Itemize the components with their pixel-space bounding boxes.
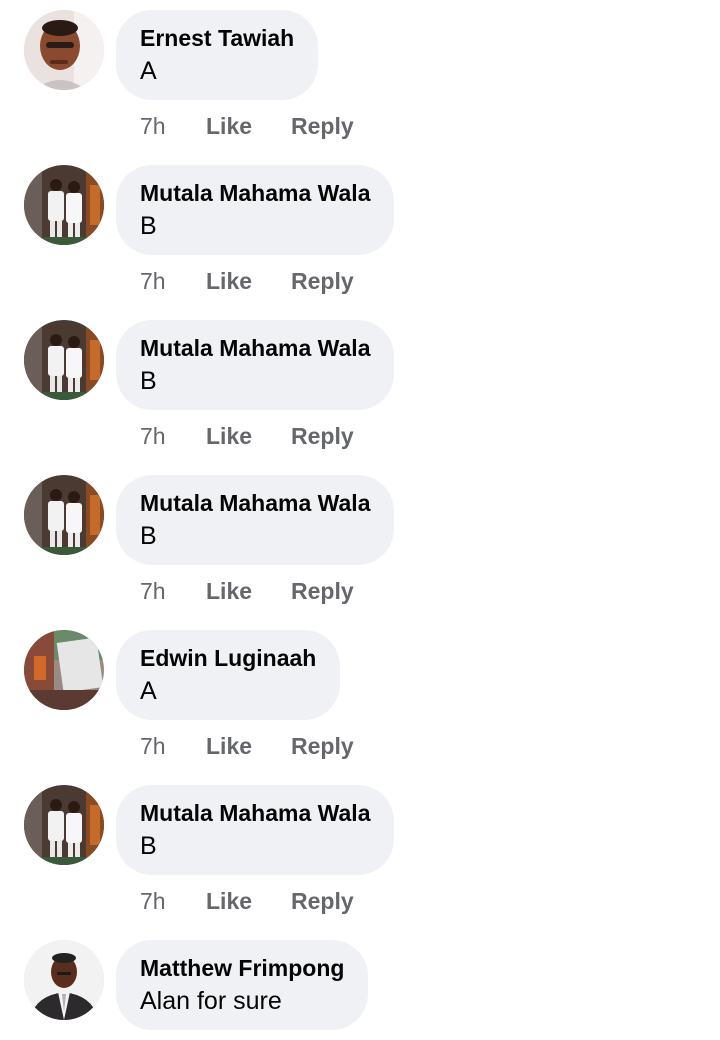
like-button[interactable]: Like [206, 266, 252, 296]
comment-author[interactable]: Mutala Mahama Wala [140, 489, 370, 517]
like-button[interactable]: Like [206, 731, 252, 761]
avatar-two-men-icon [24, 475, 104, 555]
comment-text: A [140, 57, 157, 85]
avatar-portrait-selfie-icon [24, 10, 104, 90]
reply-button[interactable]: Reply [291, 886, 354, 916]
comment-bubble: Matthew Frimpong Alan for sure [116, 940, 369, 1030]
avatar[interactable] [24, 165, 104, 245]
comment-bubble: Edwin Luginaah A [116, 630, 341, 720]
comment-bubble: Mutala Mahama Wala B [116, 475, 395, 565]
like-button[interactable]: Like [206, 111, 252, 141]
avatar-two-men-icon [24, 320, 104, 400]
avatar[interactable] [24, 940, 104, 1020]
comment-item: Mutala Mahama Wala B 7h Like Reply [0, 155, 720, 310]
comment-text: A [140, 677, 157, 705]
avatar-two-men-icon [24, 165, 104, 245]
comment-author[interactable]: Ernest Tawiah [140, 24, 294, 52]
avatar[interactable] [24, 10, 104, 90]
comment-text: B [140, 522, 157, 550]
comment-item: Edwin Luginaah A 7h Like Reply [0, 620, 720, 775]
avatar[interactable] [24, 785, 104, 865]
comment-author[interactable]: Matthew Frimpong [140, 954, 344, 982]
avatar-two-men-icon [24, 785, 104, 865]
reply-button[interactable]: Reply [291, 731, 354, 761]
comment-text: Alan for sure [140, 987, 282, 1015]
like-button[interactable]: Like [206, 886, 252, 916]
comment-bubble: Mutala Mahama Wala B [116, 785, 395, 875]
comment-item: Mutala Mahama Wala B 7h Like Reply [0, 465, 720, 620]
like-button[interactable]: Like [206, 421, 252, 451]
comment-author[interactable]: Edwin Luginaah [140, 644, 316, 672]
comment-author[interactable]: Mutala Mahama Wala [140, 799, 370, 827]
comment-text: B [140, 832, 157, 860]
comment-text: B [140, 212, 157, 240]
comment-item: Mutala Mahama Wala B 7h Like Reply [0, 775, 720, 930]
comment-timestamp[interactable]: 7h [140, 731, 166, 761]
comment-item: Matthew Frimpong Alan for sure [0, 930, 720, 1040]
comment-timestamp[interactable]: 7h [140, 886, 166, 916]
avatar-room-interior-icon [24, 630, 104, 710]
comment-bubble: Ernest Tawiah A [116, 10, 319, 100]
comment-author[interactable]: Mutala Mahama Wala [140, 179, 370, 207]
reply-button[interactable]: Reply [291, 421, 354, 451]
like-button[interactable]: Like [206, 576, 252, 606]
comment-timestamp[interactable]: 7h [140, 421, 166, 451]
comment-author[interactable]: Mutala Mahama Wala [140, 334, 370, 362]
avatar[interactable] [24, 475, 104, 555]
avatar[interactable] [24, 320, 104, 400]
comment-timestamp[interactable]: 7h [140, 111, 166, 141]
comment-text: B [140, 367, 157, 395]
comment-bubble: Mutala Mahama Wala B [116, 320, 395, 410]
comment-timestamp[interactable]: 7h [140, 576, 166, 606]
comment-item: Mutala Mahama Wala B 7h Like Reply [0, 310, 720, 465]
comment-timestamp[interactable]: 7h [140, 266, 166, 296]
reply-button[interactable]: Reply [291, 111, 354, 141]
reply-button[interactable]: Reply [291, 266, 354, 296]
comment-bubble: Mutala Mahama Wala B [116, 165, 395, 255]
reply-button[interactable]: Reply [291, 576, 354, 606]
comment-item: Ernest Tawiah A 7h Like Reply [0, 0, 720, 155]
avatar[interactable] [24, 630, 104, 710]
avatar-man-in-suit-icon [24, 940, 104, 1020]
